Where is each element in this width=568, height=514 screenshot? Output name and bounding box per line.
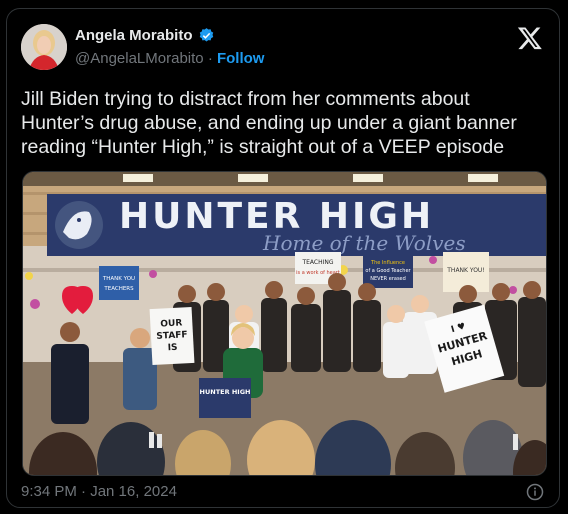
banner-script: Home of the Wolves <box>262 231 466 255</box>
podium-label: HUNTER HIGH <box>200 388 251 396</box>
author-handle[interactable]: @AngelaLMorabito <box>75 50 204 67</box>
avatar[interactable] <box>21 24 67 70</box>
author-handle-row: @AngelaLMorabito · Follow <box>75 50 264 67</box>
svg-text:IS: IS <box>167 343 177 354</box>
tweet-text: Jill Biden trying to distract from her c… <box>21 88 517 158</box>
svg-text:STAFF: STAFF <box>156 330 188 342</box>
follow-button[interactable]: Follow <box>217 50 265 67</box>
sign-thank-teachers: THANK YOU <box>102 276 135 282</box>
svg-text:NEVER erased: NEVER erased <box>370 276 406 282</box>
author-name[interactable]: Angela Morabito <box>75 27 193 44</box>
svg-text:TEACHERS: TEACHERS <box>103 286 134 292</box>
tweet-card: Angela Morabito @AngelaLMorabito · Follo… <box>6 8 560 508</box>
tweet-photo[interactable]: HUNTER HIGH Home of the Wolves THANK YOU… <box>22 171 547 476</box>
x-logo-icon[interactable] <box>517 25 543 51</box>
tweet-timestamp[interactable]: 9:34 PM · Jan 16, 2024 <box>21 483 177 500</box>
info-icon[interactable] <box>526 483 544 501</box>
event-photo: HUNTER HIGH Home of the Wolves THANK YOU… <box>23 172 546 475</box>
sign-thank-you: THANK YOU! <box>446 267 484 274</box>
sign-our-staff: OUR <box>160 318 182 329</box>
separator-dot: · <box>207 50 213 67</box>
sign-influence: The Influence <box>370 260 405 266</box>
verified-badge-icon <box>199 28 213 42</box>
svg-text:of a Good Teacher: of a Good Teacher <box>365 268 411 274</box>
sign-teaching: TEACHING <box>301 259 333 266</box>
author-name-row: Angela Morabito <box>75 27 215 44</box>
